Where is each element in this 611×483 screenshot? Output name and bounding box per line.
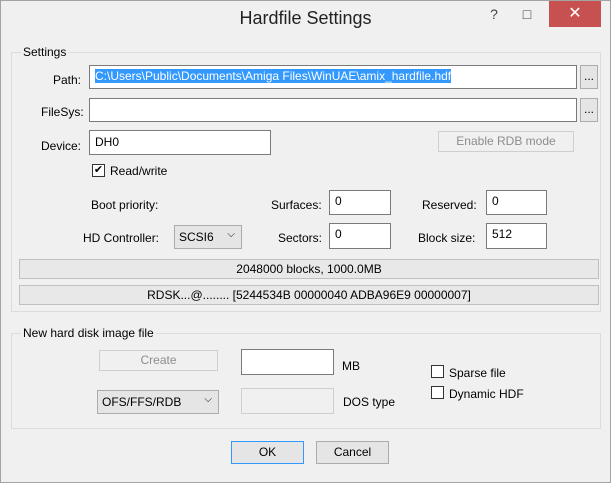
sectors-field[interactable]: 0 [329, 223, 391, 249]
rdsk-info-bar: RDSK...@........ [5244534B 00000040 ADBA… [19, 285, 599, 305]
dynamic-hdf-checkbox[interactable] [431, 386, 444, 399]
block-size-label: Block size: [418, 231, 476, 245]
enable-rdb-button[interactable]: Enable RDB mode [438, 131, 574, 152]
filesystem-value: OFS/FFS/RDB [102, 395, 182, 409]
create-button[interactable]: Create [99, 350, 218, 371]
close-icon[interactable]: ✕ [549, 1, 601, 27]
filesystem-select[interactable]: OFS/FFS/RDB ⌵ [97, 390, 219, 414]
mb-label: MB [342, 359, 360, 373]
settings-group-label: Settings [21, 45, 69, 59]
hd-controller-label: HD Controller: [83, 231, 160, 245]
maximize-icon[interactable]: □ [505, 1, 549, 27]
boot-priority-label: Boot priority: [91, 198, 159, 212]
new-image-group [11, 333, 601, 429]
readwrite-label: Read/write [110, 164, 168, 178]
sparse-file-label: Sparse file [449, 366, 506, 380]
filesys-label: FileSys: [41, 105, 84, 119]
title-bar: Hardfile Settings ? □ ✕ [1, 1, 610, 37]
path-field[interactable]: C:\Users\Public\Documents\Amiga Files\Wi… [89, 65, 577, 89]
block-size-field[interactable]: 512 [486, 223, 547, 249]
size-field[interactable] [241, 349, 334, 375]
chevron-down-icon: ⌵ [227, 229, 235, 240]
path-browse-button[interactable]: ... [580, 65, 598, 89]
sparse-file-checkbox[interactable] [431, 365, 444, 378]
dos-type-field[interactable] [241, 388, 334, 414]
chevron-down-icon: ⌵ [204, 394, 212, 405]
blocks-info-bar: 2048000 blocks, 1000.0MB [19, 259, 599, 279]
sectors-label: Sectors: [278, 231, 323, 245]
readwrite-checkbox[interactable]: ✔ [92, 164, 105, 177]
path-label: Path: [53, 73, 82, 87]
hd-controller-select[interactable]: SCSI6 ⌵ [174, 225, 242, 249]
path-value: C:\Users\Public\Documents\Amiga Files\Wi… [95, 69, 452, 83]
filesys-field[interactable] [89, 98, 577, 122]
reserved-label: Reserved: [422, 198, 477, 212]
hardfile-settings-window: Hardfile Settings ? □ ✕ Settings Path: C… [0, 0, 611, 483]
cancel-button[interactable]: Cancel [316, 441, 389, 464]
dynamic-hdf-label: Dynamic HDF [449, 387, 524, 401]
device-label: Device: [41, 139, 82, 153]
surfaces-field[interactable]: 0 [329, 190, 391, 215]
reserved-field[interactable]: 0 [486, 190, 547, 215]
ok-button[interactable]: OK [231, 441, 304, 464]
check-icon: ✔ [93, 164, 104, 176]
filesys-browse-button[interactable]: ... [580, 98, 598, 122]
surfaces-label: Surfaces: [271, 198, 322, 212]
hd-controller-value: SCSI6 [179, 230, 214, 244]
dos-type-label: DOS type [343, 395, 396, 409]
new-image-group-label: New hard disk image file [21, 326, 156, 340]
device-field[interactable]: DH0 [89, 130, 271, 155]
